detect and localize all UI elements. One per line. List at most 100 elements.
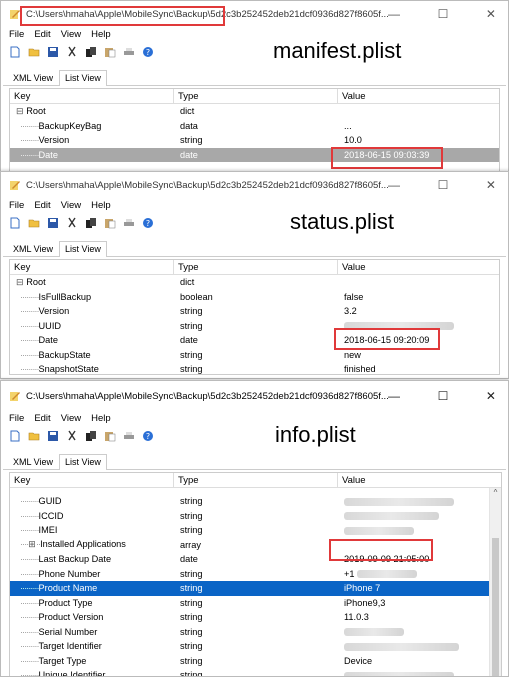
table-row[interactable]: ·········Version string 10.0 xyxy=(10,133,499,148)
new-file-icon[interactable] xyxy=(9,217,21,229)
tab-xml-view[interactable]: XML View xyxy=(7,454,59,469)
print-icon[interactable] xyxy=(123,217,135,229)
close-icon[interactable]: ✕ xyxy=(486,7,496,21)
col-type[interactable]: Type xyxy=(174,473,338,487)
menu-edit[interactable]: Edit xyxy=(34,413,50,424)
table-row[interactable]: ⊟ Root dict xyxy=(10,275,499,290)
row-type: date xyxy=(180,149,198,160)
table-row[interactable]: ·········Target Type string Device xyxy=(10,654,501,669)
table-row[interactable]: ·········BackupKeyBag data ... xyxy=(10,119,499,134)
table-row[interactable]: ·········ICCID string xyxy=(10,509,501,524)
open-folder-icon[interactable] xyxy=(28,46,40,58)
maximize-icon[interactable]: ☐ xyxy=(438,178,449,192)
col-key[interactable]: Key xyxy=(10,89,174,103)
row-type: dict xyxy=(180,277,195,288)
menu-help[interactable]: Help xyxy=(91,413,111,424)
paste-icon[interactable] xyxy=(104,430,116,442)
open-folder-icon[interactable] xyxy=(28,217,40,229)
tab-xml-view[interactable]: XML View xyxy=(7,241,59,256)
col-key[interactable]: Key xyxy=(10,473,174,487)
col-key[interactable]: Key xyxy=(10,260,174,274)
table-row[interactable]: ·········GUID string xyxy=(10,494,501,509)
print-icon[interactable] xyxy=(123,430,135,442)
menu-edit[interactable]: Edit xyxy=(34,29,50,40)
menu-view[interactable]: View xyxy=(61,29,81,40)
table-row[interactable]: ·········Unique Identifier string xyxy=(10,668,501,676)
row-key: UUID xyxy=(38,320,62,331)
help-icon[interactable]: ? xyxy=(142,46,154,58)
col-value[interactable]: Value xyxy=(338,260,499,274)
minimize-icon[interactable]: — xyxy=(388,7,400,21)
collapse-icon[interactable]: ⊟ xyxy=(16,277,24,287)
table-row[interactable]: ·········Phone Number string +1 xyxy=(10,567,501,582)
tab-xml-view[interactable]: XML View xyxy=(7,70,59,85)
col-value[interactable]: Value xyxy=(338,473,501,487)
col-type[interactable]: Type xyxy=(174,89,338,103)
new-file-icon[interactable] xyxy=(9,430,21,442)
table-row[interactable]: ⊟ Root dict xyxy=(10,104,499,119)
title-bar: C:\Users\hmaha\Apple\MobileSync\Backup\5… xyxy=(1,172,508,198)
menu-help[interactable]: Help xyxy=(91,29,111,40)
menu-file[interactable]: File xyxy=(9,413,24,424)
maximize-icon[interactable]: ☐ xyxy=(438,389,449,403)
table-row-selected[interactable]: ·········Product Name string iPhone 7 xyxy=(10,581,501,596)
view-tabs: XML View List View xyxy=(3,452,506,470)
table-row[interactable]: ·········Serial Number string xyxy=(10,625,501,640)
row-type: string xyxy=(180,655,203,666)
save-icon[interactable] xyxy=(47,430,59,442)
paste-icon[interactable] xyxy=(104,46,116,58)
plist-grid: Key Type Value ·········GUID string ····… xyxy=(9,472,502,676)
col-type[interactable]: Type xyxy=(174,260,338,274)
copy-icon[interactable] xyxy=(85,217,97,229)
expand-icon[interactable]: ⊞ xyxy=(28,539,36,549)
vertical-scrollbar[interactable]: ^ xyxy=(489,488,501,676)
close-icon[interactable]: ✕ xyxy=(486,389,496,403)
menu-view[interactable]: View xyxy=(61,413,81,424)
minimize-icon[interactable]: — xyxy=(388,389,400,403)
cut-icon[interactable] xyxy=(66,430,78,442)
menu-file[interactable]: File xyxy=(9,29,24,40)
tab-list-view[interactable]: List View xyxy=(59,241,107,257)
tab-list-view[interactable]: List View xyxy=(59,70,107,86)
row-key: Phone Number xyxy=(38,568,101,579)
scrollbar-thumb[interactable] xyxy=(492,538,499,676)
print-icon[interactable] xyxy=(123,46,135,58)
collapse-icon[interactable]: ⊟ xyxy=(16,106,24,116)
copy-icon[interactable] xyxy=(85,430,97,442)
paste-icon[interactable] xyxy=(104,217,116,229)
scroll-up-icon[interactable]: ^ xyxy=(490,488,501,500)
row-type: string xyxy=(180,568,203,579)
table-row[interactable]: ·········SnapshotState string finished xyxy=(10,362,499,374)
row-type: date xyxy=(180,335,198,346)
row-key: Serial Number xyxy=(38,626,98,637)
maximize-icon[interactable]: ☐ xyxy=(438,7,449,21)
new-file-icon[interactable] xyxy=(9,46,21,58)
tab-list-view[interactable]: List View xyxy=(59,454,107,470)
open-folder-icon[interactable] xyxy=(28,430,40,442)
minimize-icon[interactable]: — xyxy=(388,178,400,192)
menu-file[interactable]: File xyxy=(9,200,24,211)
help-icon[interactable]: ? xyxy=(142,430,154,442)
row-type: array xyxy=(180,539,201,550)
cut-icon[interactable] xyxy=(66,217,78,229)
help-icon[interactable]: ? xyxy=(142,217,154,229)
table-row[interactable]: ·········IMEI string xyxy=(10,523,501,538)
save-icon[interactable] xyxy=(47,46,59,58)
cut-icon[interactable] xyxy=(66,46,78,58)
row-key: Root xyxy=(26,105,46,116)
row-type: string xyxy=(180,349,203,360)
table-row[interactable]: ·········Version string 3.2 xyxy=(10,304,499,319)
table-row[interactable]: ·········Product Type string iPhone9,3 xyxy=(10,596,501,611)
row-type: string xyxy=(180,641,203,652)
row-type: string xyxy=(180,496,203,507)
col-value[interactable]: Value xyxy=(338,89,499,103)
copy-icon[interactable] xyxy=(85,46,97,58)
table-row[interactable]: ·········IsFullBackup boolean false xyxy=(10,290,499,305)
menu-edit[interactable]: Edit xyxy=(34,200,50,211)
table-row[interactable]: ·········Product Version string 11.0.3 xyxy=(10,610,501,625)
menu-view[interactable]: View xyxy=(61,200,81,211)
close-icon[interactable]: ✕ xyxy=(486,178,496,192)
save-icon[interactable] xyxy=(47,217,59,229)
table-row[interactable]: ·········Target Identifier string xyxy=(10,639,501,654)
menu-help[interactable]: Help xyxy=(91,200,111,211)
